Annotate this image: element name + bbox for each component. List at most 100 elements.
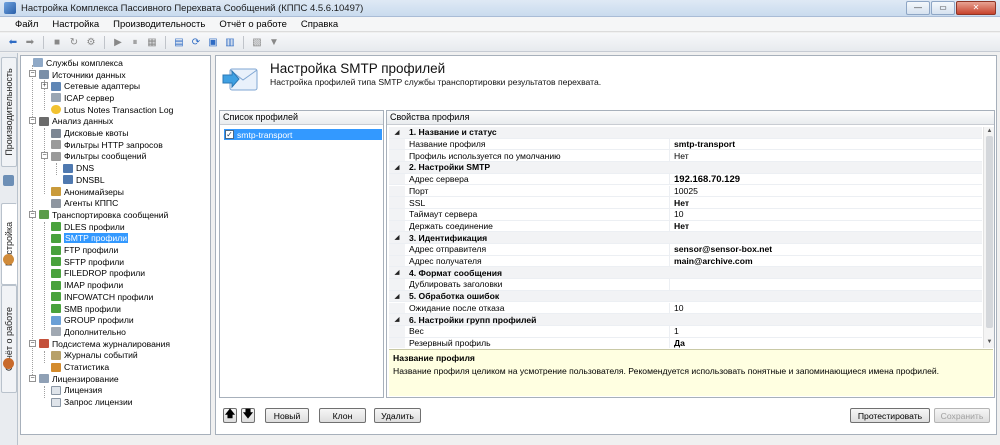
- collapse-icon[interactable]: −: [29, 340, 36, 347]
- tree-item-transport[interactable]: Транспортировка сообщений: [39, 209, 168, 221]
- property-value[interactable]: Нет: [669, 150, 689, 162]
- test-button[interactable]: Протестировать: [850, 408, 930, 423]
- restart-icon[interactable]: ↻: [67, 35, 81, 49]
- tree-item-statistics[interactable]: Статистика: [51, 361, 109, 373]
- collapse-arrow-icon[interactable]: ◢: [389, 232, 405, 243]
- property-row[interactable]: Таймаут сервера 10: [389, 208, 982, 221]
- property-row[interactable]: Название профиля smtp-transport: [389, 138, 982, 151]
- save-button[interactable]: Сохранить: [934, 408, 990, 423]
- property-row[interactable]: Профиль используется по умолчанию Нет: [389, 150, 982, 163]
- property-category[interactable]: ◢ 5. Обработка ошибок: [389, 290, 982, 303]
- property-value[interactable]: 10: [669, 208, 684, 220]
- collapse-arrow-icon[interactable]: ◢: [389, 314, 405, 325]
- profile-checkbox[interactable]: ✓: [225, 130, 234, 139]
- pause-icon[interactable]: ⏸: [128, 35, 142, 49]
- tree-item-message-filters[interactable]: Фильтры сообщений: [51, 151, 146, 163]
- tree-item-infowatch[interactable]: INFOWATCH профили: [51, 291, 153, 303]
- close-button[interactable]: ✕: [956, 1, 996, 15]
- property-category[interactable]: ◢ 6. Настройки групп профилей: [389, 314, 982, 326]
- collapse-arrow-icon[interactable]: ◢: [389, 162, 405, 173]
- scrollbar-thumb[interactable]: [986, 136, 993, 328]
- clone-button[interactable]: Клон: [319, 408, 366, 423]
- property-value[interactable]: Нет: [669, 197, 689, 208]
- move-down-button[interactable]: 🡇: [241, 408, 255, 423]
- collapse-icon[interactable]: −: [29, 117, 36, 124]
- tree-item-data-sources[interactable]: Источники данных: [39, 69, 126, 81]
- menu-help[interactable]: Справка: [294, 19, 345, 30]
- property-value[interactable]: 10025: [669, 185, 698, 197]
- new-button[interactable]: Новый: [265, 408, 309, 423]
- tree-item-lotus[interactable]: Lotus Notes Transaction Log: [51, 104, 173, 116]
- collapse-icon[interactable]: −: [29, 375, 36, 382]
- delete-button[interactable]: Удалить: [374, 408, 421, 423]
- settings-icon[interactable]: ⚙: [84, 35, 98, 49]
- property-value[interactable]: 192.168.70.129: [669, 174, 740, 185]
- property-category[interactable]: ◢ 3. Идентификация: [389, 232, 982, 244]
- property-category[interactable]: ◢ 4. Формат сообщения: [389, 267, 982, 280]
- collapse-icon[interactable]: −: [41, 152, 48, 159]
- profile-list-item[interactable]: ✓ smtp-transport: [224, 129, 382, 140]
- tree-item-sftp[interactable]: SFTP профили: [51, 256, 124, 268]
- menu-report[interactable]: Отчёт о работе: [212, 19, 294, 30]
- property-value[interactable]: Да: [669, 337, 685, 348]
- property-value[interactable]: 1: [669, 325, 679, 337]
- move-up-button[interactable]: 🡅: [223, 408, 237, 423]
- scroll-up-icon[interactable]: ▲: [985, 128, 994, 135]
- collapse-icon[interactable]: −: [29, 70, 36, 77]
- tree-item-anonymizers[interactable]: Анонимайзеры: [51, 186, 124, 198]
- tree-item-dnsbl[interactable]: DNSBL: [63, 174, 105, 186]
- property-value[interactable]: smtp-transport: [669, 138, 735, 150]
- print-icon[interactable]: ▧: [250, 35, 264, 49]
- property-row[interactable]: Адрес сервера 192.168.70.129: [389, 174, 982, 186]
- tree-item-license-request[interactable]: Запрос лицензии: [51, 396, 133, 408]
- property-value[interactable]: main@archive.com: [669, 255, 753, 267]
- stop-icon[interactable]: ■: [50, 35, 64, 49]
- property-row[interactable]: Ожидание после отказа 10: [389, 302, 982, 315]
- maximize-button[interactable]: ▭: [931, 1, 955, 15]
- tab-report[interactable]: Отчёт о работе: [1, 285, 17, 393]
- property-row[interactable]: SSL Нет: [389, 197, 982, 209]
- tree-item-filedrop[interactable]: FILEDROP профили: [51, 268, 145, 280]
- property-row[interactable]: Держать соединение Нет: [389, 220, 982, 233]
- tree-item-smb[interactable]: SMB профили: [51, 303, 121, 315]
- menu-settings[interactable]: Настройка: [45, 19, 106, 30]
- tree-item-dles[interactable]: DLES профили: [51, 221, 125, 233]
- property-value[interactable]: 10: [669, 302, 684, 314]
- tree-item-agents[interactable]: Агенты КППС: [51, 197, 118, 209]
- expand-icon[interactable]: +: [41, 82, 48, 89]
- export-icon[interactable]: ▥: [223, 35, 237, 49]
- tree-item-misc[interactable]: Дополнительно: [51, 326, 126, 338]
- collapse-arrow-icon[interactable]: ◢: [389, 127, 405, 138]
- property-category[interactable]: ◢ 2. Настройки SMTP: [389, 162, 982, 174]
- tree-item-analysis[interactable]: Анализ данных: [39, 116, 113, 128]
- play-icon[interactable]: ▶: [111, 35, 125, 49]
- menu-file[interactable]: Файл: [8, 19, 45, 30]
- property-row[interactable]: Дублировать заголовки: [389, 279, 982, 291]
- tree-item-event-logs[interactable]: Журналы событий: [51, 350, 138, 362]
- property-row[interactable]: Резервный профиль Да: [389, 337, 982, 348]
- property-category[interactable]: ◢ 1. Название и статус: [389, 127, 982, 139]
- property-value[interactable]: sensor@sensor-box.net: [669, 244, 772, 255]
- tree-item-network-adapters[interactable]: Сетевые адаптеры: [51, 80, 140, 92]
- filter-icon[interactable]: ▼: [267, 35, 281, 49]
- save-icon[interactable]: ▣: [206, 35, 220, 49]
- back-icon[interactable]: ⬅: [6, 35, 20, 49]
- collapse-icon[interactable]: −: [29, 211, 36, 218]
- minimize-button[interactable]: —: [906, 1, 930, 15]
- tree-item-http-filters[interactable]: Фильтры HTTP запросов: [51, 139, 163, 151]
- collapse-arrow-icon[interactable]: ◢: [389, 290, 405, 302]
- layout-icon[interactable]: ▦: [145, 35, 159, 49]
- tree-item-services[interactable]: Службы комплекса: [33, 57, 123, 69]
- property-value[interactable]: Нет: [669, 220, 689, 232]
- property-row[interactable]: Адрес отправителя sensor@sensor-box.net: [389, 244, 982, 256]
- tree-item-imap[interactable]: IMAP профили: [51, 279, 123, 291]
- refresh-icon[interactable]: ⟳: [189, 35, 203, 49]
- tree-item-icap[interactable]: ICAP сервер: [51, 92, 114, 104]
- property-row[interactable]: Адрес получателя main@archive.com: [389, 255, 982, 268]
- property-grid-scrollbar[interactable]: ▲ ▼: [983, 127, 994, 348]
- property-row[interactable]: Вес 1: [389, 325, 982, 338]
- tree-item-disk-quotas[interactable]: Дисковые квоты: [51, 127, 128, 139]
- tree-item-group[interactable]: GROUP профили: [51, 314, 134, 326]
- forward-icon[interactable]: ➡: [23, 35, 37, 49]
- tree-item-license[interactable]: Лицензия: [51, 385, 102, 397]
